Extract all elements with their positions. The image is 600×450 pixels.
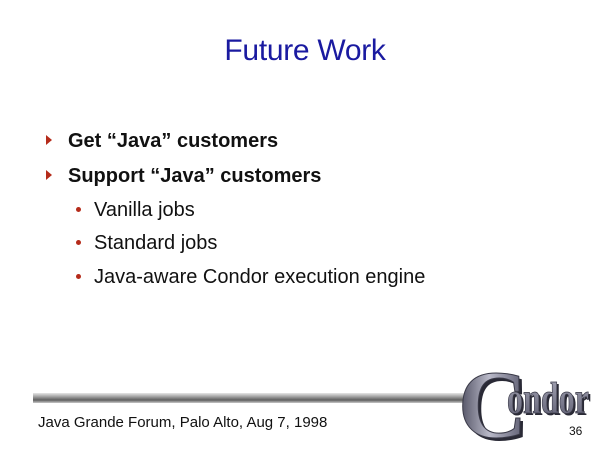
triangle-right-icon [46, 134, 52, 145]
footer-text: Java Grande Forum, Palo Alto, Aug 7, 199… [38, 414, 328, 431]
dot-icon [76, 274, 81, 279]
dot-icon [76, 240, 81, 245]
page-number: 36 [569, 424, 583, 438]
triangle-right-icon [46, 169, 52, 180]
bullet-text: Get “Java” customers [68, 129, 279, 152]
bullet-item: Get “Java” customers [46, 127, 278, 155]
footer-bar [33, 393, 473, 403]
sub-bullet-text: Vanilla jobs [94, 198, 195, 221]
sub-bullet-item: Java-aware Condor execution engine [76, 264, 425, 290]
logo-text: ondor [507, 374, 589, 423]
slide: Future Work Get “Java” customers Support… [0, 0, 600, 450]
sub-bullet-item: Standard jobs [76, 230, 217, 256]
sub-bullet-item: Vanilla jobs [76, 197, 195, 223]
dot-icon [76, 207, 81, 212]
bullet-text: Support “Java” customers [68, 164, 322, 187]
sub-bullet-text: Standard jobs [94, 231, 218, 254]
sub-bullet-text: Java-aware Condor execution engine [94, 265, 426, 288]
bullet-item: Support “Java” customers [46, 162, 321, 190]
